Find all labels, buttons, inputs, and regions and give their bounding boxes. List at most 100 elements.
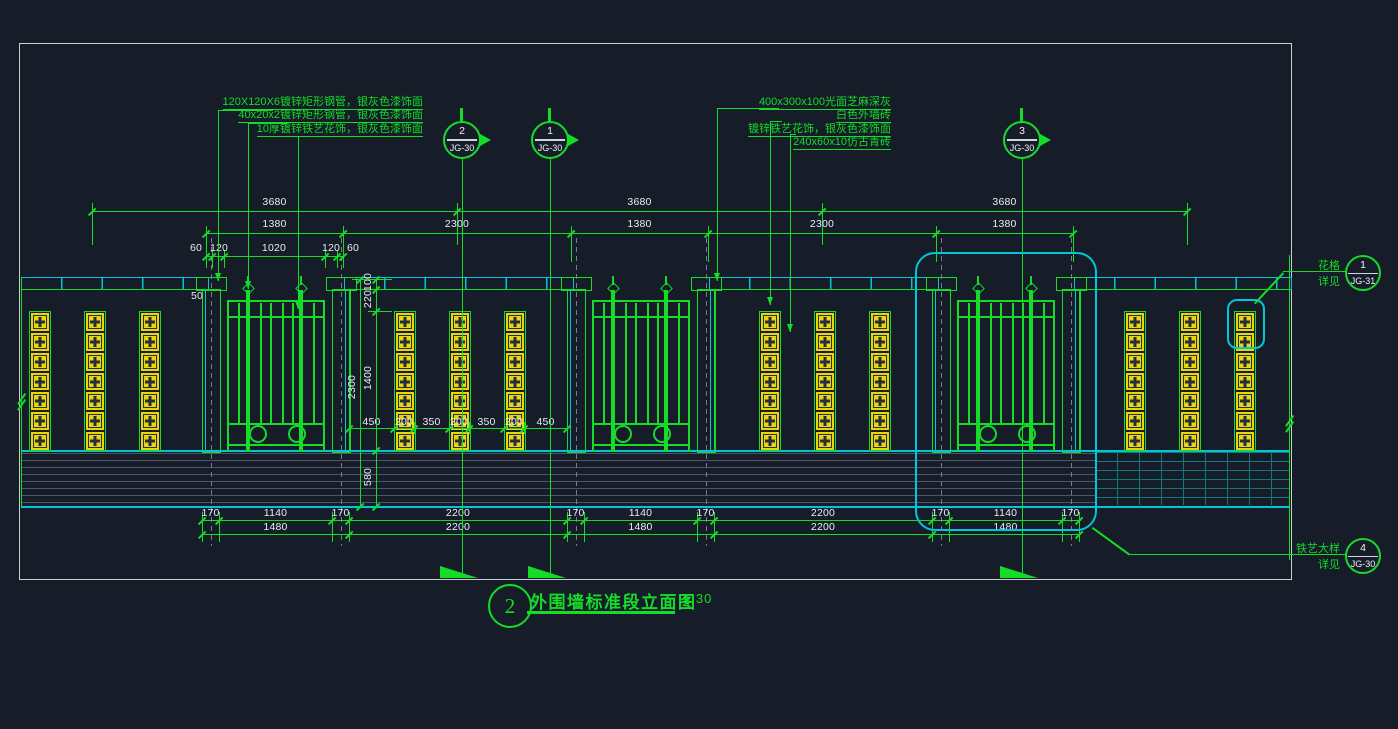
lattice-cell — [816, 392, 834, 410]
extension-line — [469, 422, 470, 434]
lattice-cell — [816, 353, 834, 371]
gate-rail — [592, 423, 689, 425]
dim-label: 2200 — [811, 521, 835, 533]
drawing-edge-line — [1289, 255, 1290, 560]
gate-bar — [603, 318, 605, 423]
lattice-cell — [86, 333, 104, 351]
gate-bar — [270, 318, 272, 423]
extension-line — [571, 226, 572, 262]
gate-bar — [270, 303, 272, 316]
gate-rail — [592, 300, 689, 302]
leader-arrow — [295, 301, 301, 309]
pillar-body — [202, 289, 221, 453]
lattice-cell — [141, 313, 159, 331]
dim-label: 100 — [362, 273, 374, 291]
extension-line — [567, 422, 568, 434]
pillar-centerline — [706, 238, 707, 546]
wall-top-line — [1079, 289, 1290, 290]
dim-line — [376, 279, 377, 506]
detail-callout-circle: 4 JG-30 — [1345, 538, 1381, 574]
lattice-cell — [86, 392, 104, 410]
lattice-cell — [761, 333, 779, 351]
dim-line — [349, 428, 567, 429]
lattice-cell — [1236, 373, 1254, 391]
lattice-cell — [396, 333, 414, 351]
gate-bar — [625, 318, 627, 423]
lattice-cell — [451, 313, 469, 331]
dim-label: 170 — [201, 507, 219, 519]
lattice-cell — [506, 353, 524, 371]
section-line — [550, 159, 551, 578]
dim-label: 580 — [362, 468, 374, 486]
wall-top-line — [21, 289, 202, 290]
drawing-edge-line — [21, 277, 22, 507]
annotation-line: 白色外墙砖 — [640, 109, 891, 122]
dim-label: 350 — [422, 416, 440, 428]
gate-post — [246, 290, 250, 452]
leader-arrow — [787, 324, 793, 332]
dim-label: 3680 — [262, 196, 286, 208]
lattice-cell — [1126, 432, 1144, 450]
gate-bar — [282, 318, 284, 423]
lattice-cell — [871, 392, 889, 410]
lattice-cell — [871, 313, 889, 331]
lattice-cell — [1181, 313, 1199, 331]
lattice-cell — [141, 373, 159, 391]
section-cut-arrow — [528, 566, 566, 578]
lattice-cell — [871, 373, 889, 391]
lattice-cell — [31, 412, 49, 430]
brick-hatch — [1095, 452, 1290, 505]
dim-label: 120 — [322, 242, 340, 254]
section-marker-3: 3 JG-30 — [1003, 121, 1041, 159]
dim-line — [202, 534, 1079, 535]
dim-label: 450 — [362, 416, 380, 428]
extension-line — [414, 422, 415, 434]
lattice-cell — [1181, 373, 1199, 391]
gate-bar — [313, 303, 315, 316]
leader-line — [298, 136, 299, 309]
section-number: 1 — [547, 123, 553, 139]
section-marker-2: 2 JG-30 — [443, 121, 481, 159]
dim-label: 170 — [696, 507, 714, 519]
lattice-cell — [761, 392, 779, 410]
gate-bar — [678, 318, 680, 423]
gate-bar — [238, 303, 240, 316]
detail-sheet: JG-31 — [1351, 274, 1376, 289]
lattice-cell — [86, 373, 104, 391]
title-number-circle: 2 — [488, 584, 532, 628]
lattice-cell — [396, 313, 414, 331]
highlight-box — [915, 252, 1097, 531]
lattice-cell — [396, 432, 414, 450]
pillar-centerline — [211, 238, 212, 546]
drawing-scale: 1:30 — [683, 591, 712, 606]
gate-bar — [238, 318, 240, 423]
dim-label: 1400 — [362, 366, 374, 390]
dim-label: 2200 — [446, 521, 470, 533]
dim-label: 2300 — [445, 218, 469, 230]
lattice-cell — [396, 353, 414, 371]
leader-arrow — [245, 281, 251, 289]
finial-stem — [665, 276, 667, 285]
wall-top-line — [349, 289, 567, 290]
dim-label: 170 — [566, 507, 584, 519]
section-sheet: JG-30 — [538, 141, 563, 156]
lattice-cell — [451, 392, 469, 410]
lattice-cell — [1181, 353, 1199, 371]
lattice-cell — [141, 333, 159, 351]
lattice-cell — [31, 432, 49, 450]
gate-bar — [678, 303, 680, 316]
dim-label: 1380 — [992, 218, 1016, 230]
dim-label: 200 — [450, 416, 468, 428]
section-sheet: JG-30 — [1010, 141, 1035, 156]
gate-rail — [227, 316, 324, 318]
gate-ring — [249, 425, 267, 443]
gate-post — [611, 290, 615, 452]
gate-bar — [313, 318, 315, 423]
lattice-cell — [816, 412, 834, 430]
lattice-cell — [1126, 333, 1144, 351]
lattice-cell — [86, 432, 104, 450]
annotation-block-mid: 400x300x100光面芝麻深灰 白色外墙砖 镀锌铁艺花饰，银灰色漆饰面 24… — [640, 96, 891, 150]
annotation-line: 镀锌铁艺花饰，银灰色漆饰面 — [640, 123, 891, 136]
extension-line — [1187, 203, 1188, 245]
dim-label: 350 — [477, 416, 495, 428]
